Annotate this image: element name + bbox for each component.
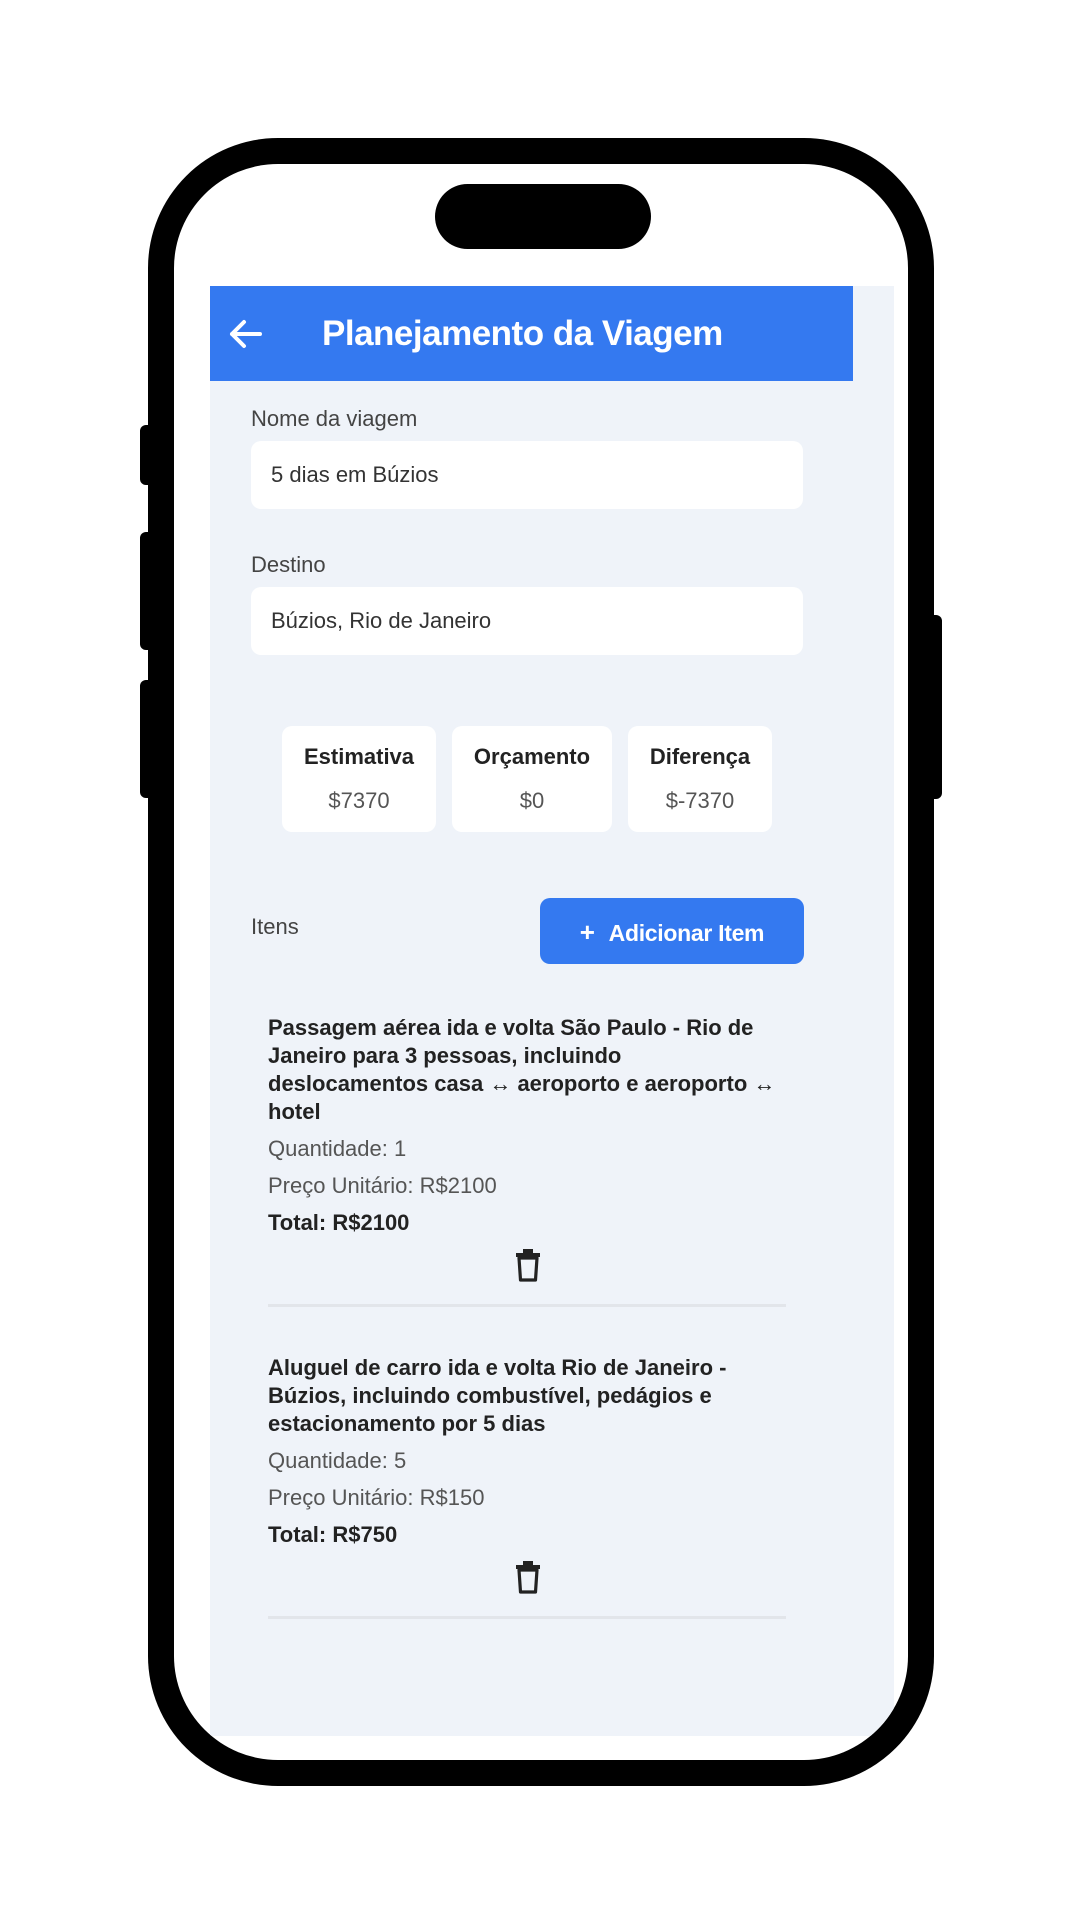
difference-value: $-7370 (665, 788, 735, 813)
item-title: Aluguel de carro ida e volta Rio de Jane… (268, 1355, 727, 1436)
budget-label: Orçamento (473, 744, 591, 769)
difference-card: Diferença $-7370 (628, 726, 772, 832)
phone-frame: Planejamento da Viagem Nome da viagem De… (148, 138, 934, 1786)
item-unit-price: Preço Unitário: R$150 (268, 1485, 485, 1510)
item-total: Total: R$750 (268, 1522, 398, 1547)
trip-name-input[interactable] (251, 441, 803, 509)
item-title: Passagem aérea ida e volta São Paulo - R… (268, 1015, 776, 1124)
item-total: Total: R$2100 (268, 1210, 410, 1235)
item-divider (268, 1616, 786, 1619)
dynamic-island (435, 184, 651, 249)
destination-input[interactable] (251, 587, 803, 655)
trash-icon[interactable] (514, 1248, 542, 1282)
plus-icon: + (579, 917, 595, 947)
item-quantity: Quantidade: 5 (268, 1448, 407, 1473)
list-item: Passagem aérea ida e volta São Paulo - R… (268, 1014, 786, 1307)
budget-value: $0 (519, 788, 545, 813)
estimate-value: $7370 (328, 788, 390, 813)
estimate-label: Estimativa (303, 744, 415, 769)
arrow-left-icon[interactable] (226, 314, 266, 354)
page-title: Planejamento da Viagem (322, 314, 723, 353)
add-item-button[interactable]: + Adicionar Item (540, 898, 804, 964)
difference-label: Diferença (649, 744, 751, 769)
trash-icon[interactable] (514, 1560, 542, 1594)
phone-screen: Planejamento da Viagem Nome da viagem De… (174, 164, 908, 1760)
add-item-label: Adicionar Item (608, 920, 765, 946)
canvas: Planejamento da Viagem Nome da viagem De… (0, 0, 1080, 1920)
list-item: Aluguel de carro ida e volta Rio de Jane… (268, 1354, 786, 1619)
budget-card: Orçamento $0 (452, 726, 612, 832)
app-viewport: Planejamento da Viagem Nome da viagem De… (210, 286, 894, 1736)
trip-name-label: Nome da viagem (251, 406, 418, 431)
estimate-card: Estimativa $7370 (282, 726, 436, 832)
app-bar: Planejamento da Viagem (210, 286, 853, 381)
destination-label: Destino (251, 552, 326, 577)
item-quantity: Quantidade: 1 (268, 1136, 407, 1161)
item-unit-price: Preço Unitário: R$2100 (268, 1173, 497, 1198)
items-section-label: Itens (251, 914, 299, 939)
item-divider (268, 1304, 786, 1307)
